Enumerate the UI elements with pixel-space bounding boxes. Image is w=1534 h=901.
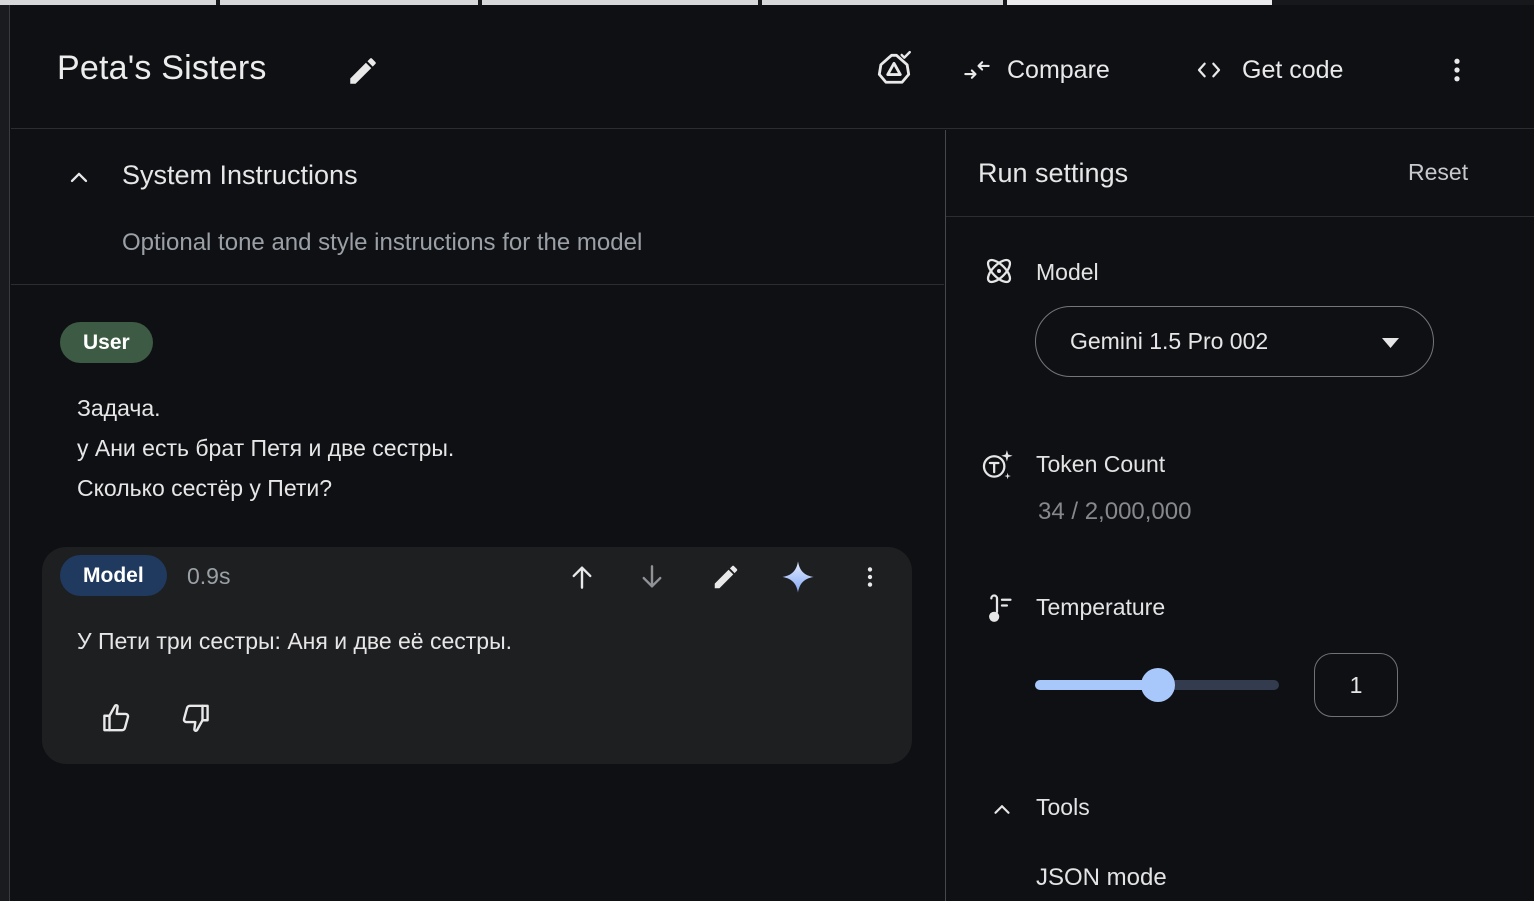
- prompt-chat-panel: System Instructions Optional tone and st…: [11, 130, 944, 901]
- get-code-button[interactable]: Get code: [1191, 45, 1343, 95]
- compare-arrows-icon: [962, 56, 992, 84]
- arrow-down-icon: [636, 561, 668, 593]
- collapse-system-instructions-button[interactable]: [59, 158, 99, 198]
- prompt-header: Peta's Sisters Compare G: [11, 5, 1534, 129]
- atom-model-icon: [982, 254, 1016, 288]
- response-more-button[interactable]: [850, 557, 890, 597]
- temperature-slider[interactable]: [1035, 668, 1279, 702]
- thumbs-up-button[interactable]: [96, 697, 138, 739]
- pencil-icon: [711, 562, 741, 592]
- chevron-up-icon: [65, 164, 93, 192]
- slider-fill: [1035, 680, 1158, 690]
- move-up-button[interactable]: [562, 557, 602, 597]
- chevron-up-icon: [989, 797, 1015, 823]
- pencil-icon: [346, 54, 380, 88]
- move-down-button[interactable]: [632, 557, 672, 597]
- model-dropdown-value: Gemini 1.5 Pro 002: [1070, 328, 1268, 355]
- arrow-up-icon: [566, 561, 598, 593]
- get-code-label: Get code: [1242, 56, 1343, 85]
- slider-thumb[interactable]: [1141, 668, 1175, 702]
- code-brackets-icon: [1191, 55, 1227, 85]
- compare-label: Compare: [1007, 56, 1110, 85]
- reset-button[interactable]: Reset: [1408, 159, 1468, 186]
- left-edge-rail: [0, 5, 10, 901]
- run-settings-title: Run settings: [978, 158, 1128, 189]
- page-title: Peta's Sisters: [57, 49, 267, 88]
- token-count-label: Token Count: [1036, 451, 1165, 478]
- thumbs-up-icon: [99, 700, 135, 736]
- saved-check-icon: [873, 49, 915, 91]
- model-response-card: Model 0.9s: [42, 547, 912, 764]
- model-role-chip[interactable]: Model: [60, 555, 167, 596]
- more-options-button[interactable]: [1435, 47, 1479, 93]
- thumbs-down-button[interactable]: [174, 697, 216, 739]
- temperature-value-field[interactable]: 1: [1314, 653, 1398, 717]
- user-message-line: Сколько сестёр у Пети?: [77, 468, 454, 508]
- model-response-text[interactable]: У Пети три сестры: Аня и две её сестры.: [77, 623, 512, 659]
- system-instructions-section: System Instructions Optional tone and st…: [11, 130, 944, 285]
- edit-response-button[interactable]: [706, 557, 746, 597]
- temperature-icon: [980, 592, 1014, 626]
- system-instructions-title: System Instructions: [122, 160, 358, 191]
- rerun-response-button[interactable]: [778, 557, 818, 597]
- run-settings-panel: Run settings Reset Model Gemini 1.5 Pro …: [945, 130, 1534, 901]
- user-role-chip[interactable]: User: [60, 322, 153, 363]
- thumbs-down-icon: [177, 700, 213, 736]
- edit-title-button[interactable]: [341, 49, 385, 93]
- prompt-saved-button[interactable]: [869, 45, 919, 95]
- run-settings-header: Run settings Reset: [946, 130, 1534, 217]
- kebab-menu-icon: [1442, 53, 1472, 87]
- system-instructions-placeholder[interactable]: Optional tone and style instructions for…: [122, 229, 642, 257]
- temperature-label: Temperature: [1036, 594, 1165, 621]
- caret-down-icon: [1382, 338, 1399, 348]
- token-count-value: 34 / 2,000,000: [1038, 498, 1191, 526]
- model-setting-label: Model: [1036, 259, 1099, 286]
- user-message-line: Задача.: [77, 388, 454, 428]
- sparkle-icon: [781, 560, 815, 594]
- collapse-tools-button[interactable]: [984, 792, 1020, 828]
- token-count-icon: [980, 448, 1014, 482]
- response-latency: 0.9s: [187, 563, 230, 590]
- json-mode-row[interactable]: JSON mode: [1036, 864, 1167, 892]
- model-dropdown[interactable]: Gemini 1.5 Pro 002: [1035, 306, 1434, 377]
- kebab-menu-icon: [857, 562, 883, 592]
- user-message[interactable]: Задача. у Ани есть брат Петя и две сестр…: [77, 388, 454, 508]
- tools-section-label: Tools: [1036, 794, 1090, 821]
- user-message-line: у Ани есть брат Петя и две сестры.: [77, 428, 454, 468]
- compare-button[interactable]: Compare: [962, 45, 1110, 95]
